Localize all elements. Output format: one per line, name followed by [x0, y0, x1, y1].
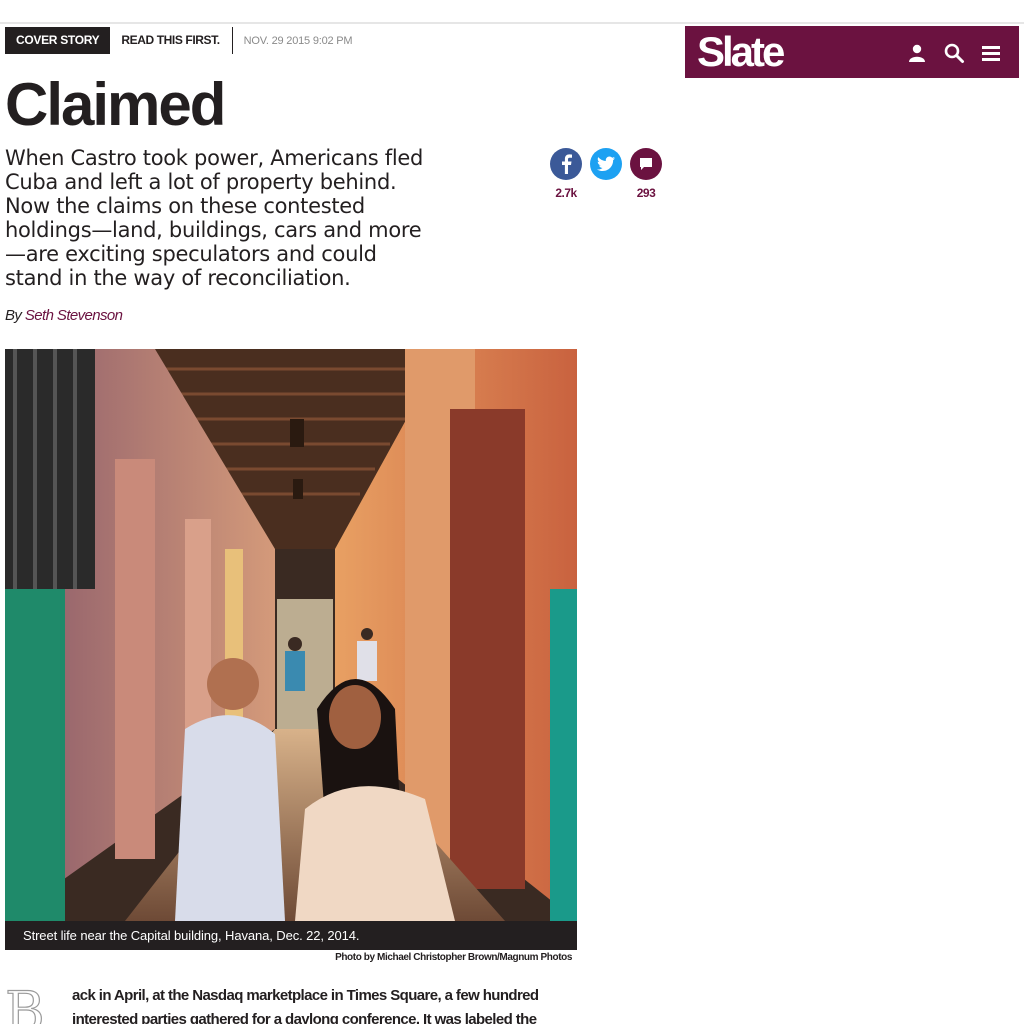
section-tagline: READ THIS FIRST. — [110, 27, 233, 54]
comments-share[interactable]: 293 — [630, 148, 662, 200]
article-title: Claimed — [5, 71, 226, 138]
top-divider — [0, 22, 1024, 24]
article-body: ack in April, at the Nasdaq marketplace … — [72, 987, 539, 1024]
twitter-share[interactable] — [590, 148, 622, 180]
section-label[interactable]: COVER STORY — [5, 27, 111, 54]
article-dek: When Castro took power, Americans fled C… — [5, 146, 424, 290]
hero-photo — [5, 349, 577, 921]
facebook-share[interactable]: 2.7k — [550, 148, 582, 200]
twitter-icon[interactable] — [590, 148, 622, 180]
site-header: Slate — [685, 26, 1019, 78]
comment-count: 293 — [636, 186, 656, 200]
byline-prefix: By — [5, 307, 22, 324]
facebook-count: 2.7k — [555, 186, 577, 200]
user-icon[interactable] — [906, 42, 928, 64]
comment-icon[interactable] — [630, 148, 662, 180]
section-bar: COVER STORY READ THIS FIRST. NOV. 29 201… — [5, 27, 353, 54]
photo-credit: Photo by Michael Christopher Brown/Magnu… — [335, 952, 572, 963]
slate-logo[interactable]: Slate — [697, 26, 785, 78]
byline: By Seth Stevenson — [5, 307, 123, 324]
menu-icon[interactable] — [980, 42, 1002, 64]
search-icon[interactable] — [943, 42, 965, 64]
drop-cap: B — [4, 980, 45, 1024]
photo-caption: Street life near the Capital building, H… — [5, 921, 577, 950]
facebook-icon[interactable] — [550, 148, 582, 180]
author-link[interactable]: Seth Stevenson — [25, 307, 123, 324]
publish-date: NOV. 29 2015 9:02 PM — [243, 34, 353, 47]
